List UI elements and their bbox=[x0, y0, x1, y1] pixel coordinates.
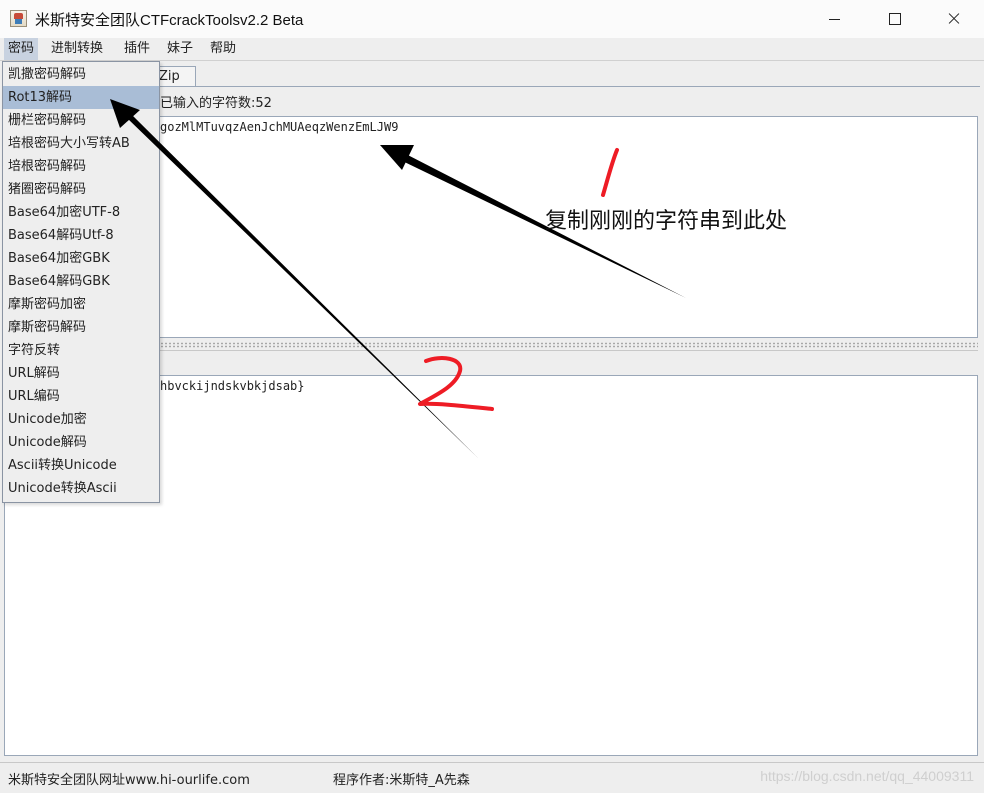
status-website: 米斯特安全团队网址www.hi-ourlife.com bbox=[8, 773, 250, 788]
input-text: gozMlMTuvqzAenJchMUAeqzWenzEmLJW9 bbox=[160, 120, 399, 134]
menu-jinzhi-zhuanhuan[interactable]: 进制转换 bbox=[47, 38, 107, 60]
menu-item-rot13-jiema[interactable]: Rot13解码 bbox=[3, 86, 159, 109]
status-author: 程序作者:米斯特_A先森 bbox=[333, 773, 470, 788]
menu-bangzhu[interactable]: 帮助 bbox=[206, 38, 240, 60]
menu-item-zhalan-jiema[interactable]: 栅栏密码解码 bbox=[3, 109, 159, 132]
title-bar: 米斯特安全团队CTFcrackToolsv2.2 Beta bbox=[0, 0, 984, 39]
menu-item-peigen-daxiaoxie-ab[interactable]: 培根密码大小写转AB bbox=[3, 132, 159, 155]
mima-dropdown-menu: 凯撒密码解码 Rot13解码 栅栏密码解码 培根密码大小写转AB 培根密码解码 … bbox=[2, 61, 160, 503]
status-bar: 米斯特安全团队网址www.hi-ourlife.com 程序作者:米斯特_A先森… bbox=[0, 762, 984, 793]
minimize-button[interactable] bbox=[812, 0, 858, 38]
menu-meizi[interactable]: 妹子 bbox=[163, 38, 197, 60]
menu-item-base64-decode-gbk[interactable]: Base64解码GBK bbox=[3, 270, 159, 293]
menu-item-unicode-decode[interactable]: Unicode解码 bbox=[3, 431, 159, 454]
menu-item-ascii-to-unicode[interactable]: Ascii转换Unicode bbox=[3, 454, 159, 477]
menu-item-string-reverse[interactable]: 字符反转 bbox=[3, 339, 159, 362]
close-button[interactable] bbox=[930, 0, 976, 38]
menu-item-kaisa-jiema[interactable]: 凯撒密码解码 bbox=[3, 63, 159, 86]
annotation-caption: 复制刚刚的字符串到此处 bbox=[545, 208, 788, 233]
watermark-text: https://blog.csdn.net/qq_44009311 bbox=[760, 768, 974, 784]
menu-item-morse-decode[interactable]: 摩斯密码解码 bbox=[3, 316, 159, 339]
menu-chajian[interactable]: 插件 bbox=[120, 38, 154, 60]
menu-item-base64-encode-utf8[interactable]: Base64加密UTF-8 bbox=[3, 201, 159, 224]
maximize-button[interactable] bbox=[871, 0, 917, 38]
tab-zip[interactable]: Zip bbox=[154, 66, 196, 86]
menu-bar: 密码 进制转换 插件 妹子 帮助 bbox=[0, 38, 984, 61]
menu-item-url-encode[interactable]: URL编码 bbox=[3, 385, 159, 408]
app-icon bbox=[10, 10, 27, 27]
menu-item-base64-decode-utf8[interactable]: Base64解码Utf-8 bbox=[3, 224, 159, 247]
window-title: 米斯特安全团队CTFcrackToolsv2.2 Beta bbox=[35, 12, 304, 29]
menu-item-peigen-jiema[interactable]: 培根密码解码 bbox=[3, 155, 159, 178]
menu-item-unicode-to-ascii[interactable]: Unicode转换Ascii bbox=[3, 477, 159, 500]
menu-item-zhujuan-jiema[interactable]: 猪圈密码解码 bbox=[3, 178, 159, 201]
menu-item-morse-encode[interactable]: 摩斯密码加密 bbox=[3, 293, 159, 316]
menu-item-unicode-encode[interactable]: Unicode加密 bbox=[3, 408, 159, 431]
menu-item-url-decode[interactable]: URL解码 bbox=[3, 362, 159, 385]
output-text: hbvckijndskvbkjdsab} bbox=[160, 379, 305, 393]
menu-item-base64-encode-gbk[interactable]: Base64加密GBK bbox=[3, 247, 159, 270]
menu-mima[interactable]: 密码 bbox=[4, 38, 39, 60]
input-char-count: 已输入的字符数:52 bbox=[160, 96, 272, 111]
